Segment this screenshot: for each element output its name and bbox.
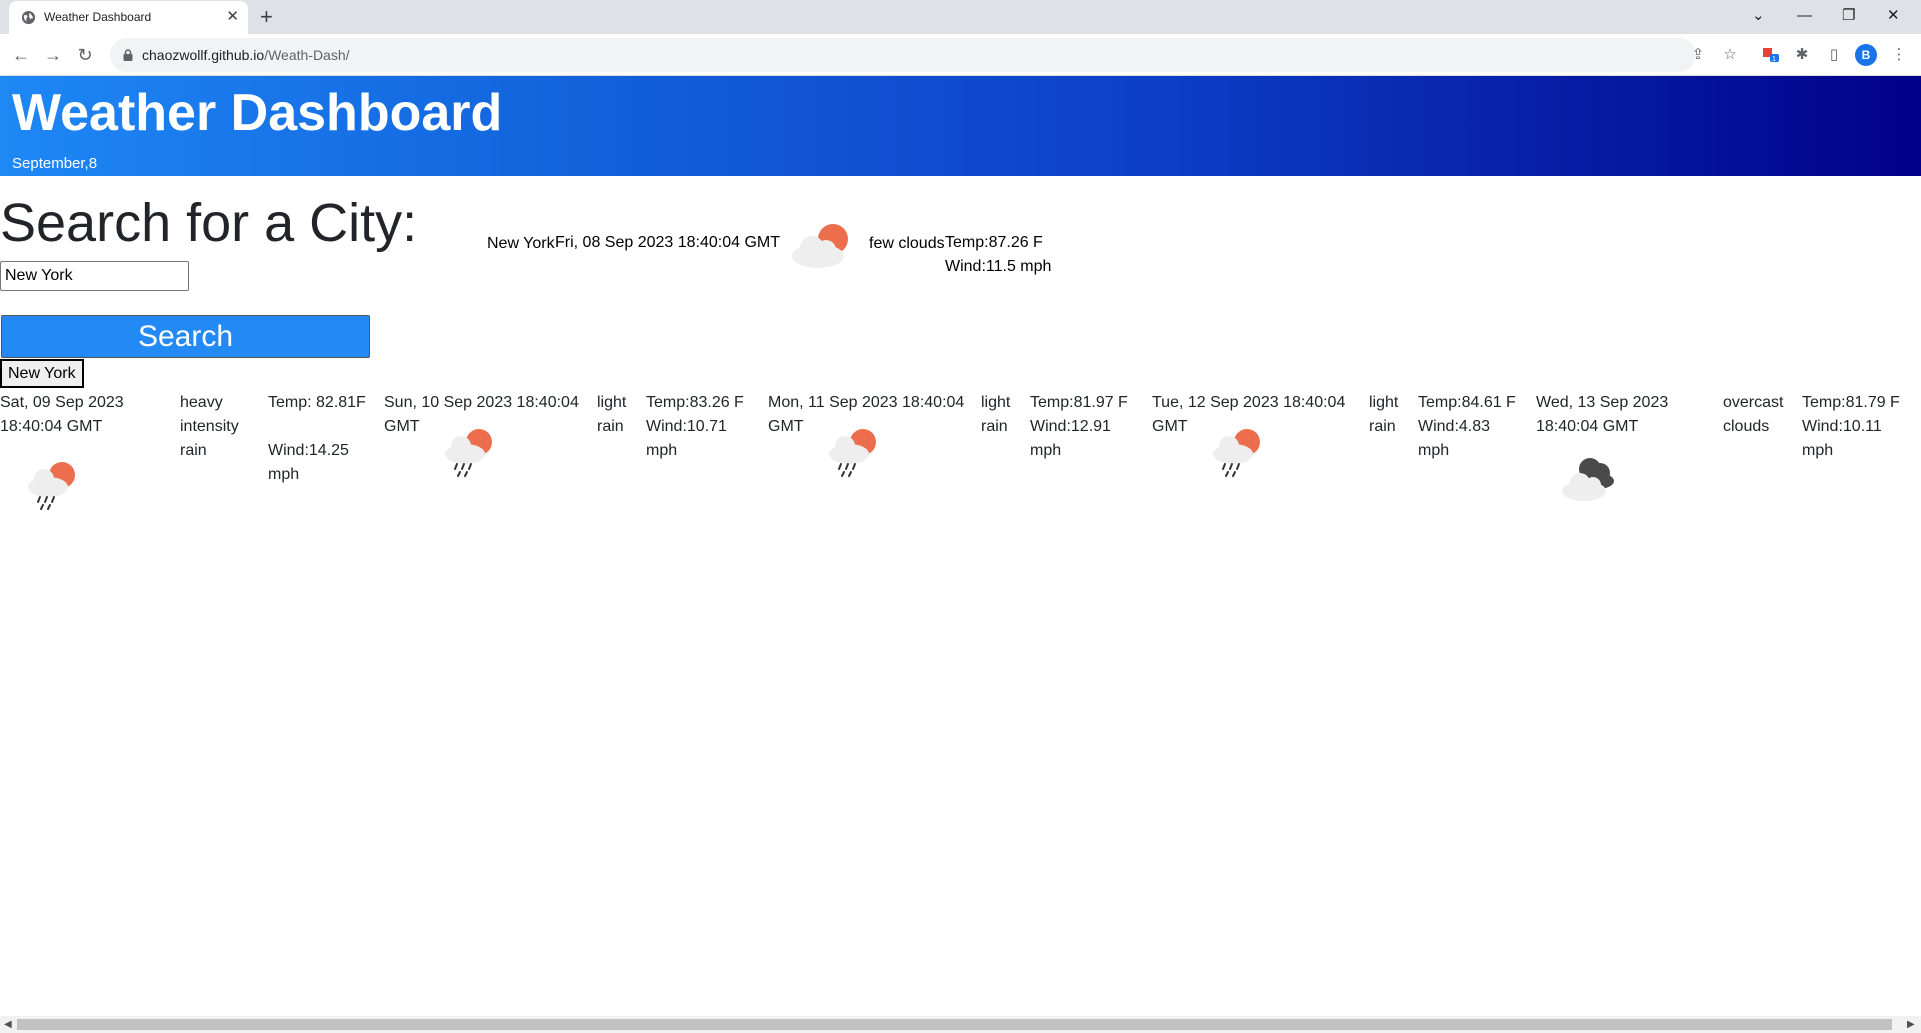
rain-icon [28, 462, 75, 510]
city-search-input[interactable] [0, 261, 189, 291]
current-description: few clouds [869, 235, 945, 252]
rain-icon [445, 429, 492, 477]
overcast-clouds-icon [1562, 458, 1614, 501]
rain-icon [829, 429, 876, 477]
forward-icon[interactable]: → [42, 44, 64, 66]
forecast-wind: Wind:10.71 mph [646, 418, 727, 459]
current-wind: Wind:11.5 mph [945, 258, 1052, 275]
forecast-temp: Temp:81.79 F [1802, 394, 1900, 411]
forecast-description: light rain [1369, 394, 1399, 435]
current-temp: Temp:87.26 F [945, 234, 1043, 251]
forecast-temp: Temp:81.97 F [1030, 394, 1128, 411]
side-panel-icon[interactable]: ▯ [1823, 44, 1845, 66]
menu-kebab-icon[interactable]: ⋮ [1888, 44, 1910, 66]
page-title: Weather Dashboard [12, 84, 503, 142]
scroll-left-icon[interactable]: ◀ [4, 1018, 12, 1031]
forecast-wind: Wind:10.11 mph [1802, 418, 1882, 459]
new-tab-icon[interactable]: + [260, 5, 273, 29]
bookmark-star-icon[interactable]: ☆ [1721, 46, 1739, 64]
page-header: Weather Dashboard September,8 [0, 76, 1921, 176]
page-content: Weather Dashboard September,8 Search for… [0, 76, 1921, 1016]
forecast-wind: Wind:14.25 mph [268, 442, 349, 483]
svg-text:1: 1 [1772, 56, 1776, 63]
horizontal-scrollbar[interactable]: ◀ ▶ [0, 1016, 1921, 1033]
header-date: September,8 [12, 155, 98, 172]
search-heading: Search for a City: [0, 193, 418, 253]
forecast-description: light rain [981, 394, 1011, 435]
reload-icon[interactable]: ↻ [74, 44, 96, 66]
lock-icon[interactable] [121, 48, 135, 62]
current-datetime: Fri, 08 Sep 2023 18:40:04 GMT [555, 234, 781, 251]
share-icon[interactable]: ⇪ [1689, 46, 1707, 64]
minimize-icon[interactable]: — [1797, 4, 1812, 28]
close-window-icon[interactable]: ✕ [1887, 4, 1900, 28]
scrollbar-thumb[interactable] [17, 1019, 1892, 1030]
browser-toolbar: ← → ↻ chaozwollf.github.io/Weath-Dash/ ⇪… [0, 34, 1921, 76]
profile-avatar[interactable]: B [1855, 44, 1877, 66]
forecast-wind: Wind:4.83 mph [1418, 418, 1491, 459]
tab-title: Weather Dashboard [44, 10, 152, 24]
current-city: New York [487, 235, 555, 252]
forecast-description: heavy intensity rain [180, 394, 239, 459]
forecast-date: Wed, 13 Sep 2023 18:40:04 GMT [1536, 394, 1669, 435]
forecast-date: Sat, 09 Sep 2023 18:40:04 GMT [0, 394, 124, 435]
search-button[interactable]: Search [1, 315, 370, 358]
extension-icon[interactable]: 1 [1760, 44, 1782, 66]
back-icon[interactable]: ← [10, 44, 32, 66]
few-clouds-icon [792, 224, 848, 268]
scroll-right-icon[interactable]: ▶ [1907, 1018, 1915, 1031]
forecast-description: overcast clouds [1723, 394, 1784, 435]
forecast-wind: Wind:12.91 mph [1030, 418, 1111, 459]
browser-tab[interactable]: Weather Dashboard ✕ [9, 1, 248, 34]
globe-icon [21, 10, 36, 25]
browser-tabstrip: Weather Dashboard ✕ + ⌄ — ❐ ✕ [0, 0, 1921, 34]
forecast-temp: Temp: 82.81F [268, 394, 366, 411]
forecast-temp: Temp:83.26 F [646, 394, 744, 411]
extensions-puzzle-icon[interactable]: ✱ [1791, 44, 1813, 66]
tab-close-icon[interactable]: ✕ [226, 8, 239, 25]
address-bar[interactable]: chaozwollf.github.io/Weath-Dash/ ⇪ ☆ [110, 38, 1737, 72]
url-text: chaozwollf.github.io/Weath-Dash/ [142, 47, 350, 63]
forecast-temp: Temp:84.61 F [1418, 394, 1516, 411]
history-city-button[interactable]: New York [0, 359, 84, 388]
forecast-description: light rain [597, 394, 627, 435]
tab-search-icon[interactable]: ⌄ [1752, 4, 1765, 28]
restore-icon[interactable]: ❐ [1842, 4, 1855, 28]
rain-icon [1213, 429, 1260, 477]
